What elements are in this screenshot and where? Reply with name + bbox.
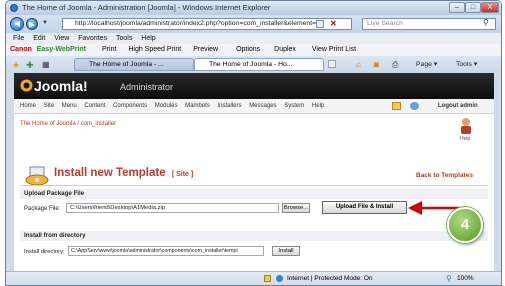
package-file-label: Package File: <box>24 206 61 212</box>
jmenu-content[interactable]: Content <box>84 103 105 109</box>
address-row: ◀ ▶ ▼ http://localhost/joomla/administra… <box>6 15 501 33</box>
zoom-level[interactable]: 100% <box>457 272 474 285</box>
view-print-list-button[interactable]: View Print List <box>312 46 356 53</box>
high-speed-print-button[interactable]: High Speed Print <box>128 46 181 53</box>
browser-window: The Home of Joomla - Administration [Joo… <box>5 0 502 286</box>
home-icon[interactable]: ⌂ <box>356 60 361 69</box>
security-icon <box>264 275 271 282</box>
tools-menu[interactable]: Tools ▾ <box>456 60 477 68</box>
breadcrumb: The Home of Joomla / com_installer <box>20 121 117 127</box>
easy-webprint-label: Easy-WebPrint <box>36 46 87 53</box>
url-text: http://localhost/joomla/administrator/in… <box>75 20 317 27</box>
upload-install-button[interactable]: Upload File & Install <box>322 201 407 214</box>
users-icon[interactable] <box>410 102 419 110</box>
feeds-icon[interactable]: ◙ <box>374 60 379 69</box>
tab-label: The Home of Joomla - ... <box>89 61 164 68</box>
menu-help[interactable]: Help <box>141 35 155 42</box>
joomla-header: Joomla! Administrator <box>14 73 494 99</box>
jmenu-modules[interactable]: Modules <box>155 103 178 109</box>
ie-icon <box>10 4 18 12</box>
jmenu-site[interactable]: Site <box>44 103 54 109</box>
install-directory-value: C:\AppServ\www\joomla\administrator\comp… <box>71 248 238 254</box>
directory-section-title: Install from directory <box>20 231 488 241</box>
install-directory-input[interactable]: C:\AppServ\www\joomla\administrator\comp… <box>68 246 264 256</box>
print-button[interactable]: Print <box>102 46 116 53</box>
forward-arrow-icon[interactable]: ▶ <box>26 18 38 30</box>
page-menu-label: Page <box>416 61 432 68</box>
install-template-icon <box>25 166 49 186</box>
refresh-icon[interactable] <box>316 20 324 28</box>
stop-icon[interactable]: ✕ <box>330 19 337 28</box>
administrator-label: Administrator <box>120 82 174 92</box>
title-bar: The Home of Joomla - Administration [Joo… <box>6 1 501 15</box>
internet-globe-icon <box>276 275 283 282</box>
page-title: Install new Template [ Site ] <box>54 167 193 179</box>
tools-menu-label: Tools <box>456 61 472 68</box>
menu-file[interactable]: File <box>13 35 24 42</box>
jmenu-system[interactable]: System <box>284 103 304 109</box>
preview-button[interactable]: Preview <box>193 46 218 53</box>
tab-label: The Home of Joomla - Ho... <box>209 61 293 68</box>
browse-button[interactable]: Browse... <box>282 203 310 213</box>
print-icon[interactable]: ⎙ <box>392 60 398 70</box>
maximize-button[interactable]: □ <box>465 2 481 13</box>
page-title-text: Install new Template <box>54 167 166 179</box>
jmenu-help[interactable]: Help <box>312 103 324 109</box>
options-button[interactable]: Options <box>236 46 260 53</box>
joomla-logo-icon <box>20 79 33 92</box>
package-file-value: C:\Users\friend\Desktop\A1Media.zip <box>70 205 166 211</box>
step-callout-badge: 4 <box>447 207 483 243</box>
search-input[interactable]: Live Search <box>362 18 496 30</box>
page-title-suffix: [ Site ] <box>171 171 194 178</box>
menu-edit[interactable]: Edit <box>33 35 45 42</box>
jmenu-messages[interactable]: Messages <box>249 103 276 109</box>
canon-brand: Canon <box>10 46 32 53</box>
add-favorites-icon[interactable]: ✚ <box>26 60 34 71</box>
jmenu-home[interactable]: Home <box>20 103 36 109</box>
joomla-logo: Joomla! <box>34 78 88 94</box>
address-bar[interactable]: http://localhost/joomla/administrator/in… <box>62 18 352 30</box>
menu-view[interactable]: View <box>54 35 69 42</box>
close-button[interactable]: X <box>481 2 499 13</box>
zoom-icon[interactable]: ⚲ <box>446 272 452 285</box>
joomla-menu: Home Site Menu Content Components Module… <box>14 99 494 114</box>
status-bar: Internet | Protected Mode: On ⚲ 100% <box>6 271 501 285</box>
logout-link[interactable]: Logout admin <box>438 99 478 113</box>
back-to-templates-link[interactable]: Back to Templates <box>416 172 473 179</box>
messages-icon[interactable] <box>392 102 401 110</box>
package-file-input[interactable]: C:\Users\friend\Desktop\A1Media.zip <box>66 203 279 213</box>
help-label[interactable]: Help <box>460 136 470 142</box>
search-placeholder: Live Search <box>367 20 403 27</box>
recent-pages-dropdown-icon[interactable]: ▼ <box>42 20 48 26</box>
jmenu-mambots[interactable]: Mambots <box>185 103 210 109</box>
help-icon[interactable] <box>458 117 474 135</box>
page-menu[interactable]: Page ▾ <box>416 60 437 68</box>
duplex-button[interactable]: Duplex <box>274 46 296 53</box>
minimize-button[interactable]: – <box>449 2 465 13</box>
install-button[interactable]: Install <box>272 246 300 256</box>
install-directory-label: Install directory: <box>24 249 65 255</box>
new-tab-icon[interactable] <box>328 60 336 68</box>
back-arrow-icon[interactable]: ◀ <box>10 17 24 31</box>
tabs-row: ★ ✚ ▦ The Home of Joomla - ... The Home … <box>6 56 501 73</box>
menu-tools[interactable]: Tools <box>116 35 132 42</box>
quick-tabs-icon[interactable]: ▦ <box>42 60 50 69</box>
zone-status: Internet | Protected Mode: On <box>287 275 373 282</box>
tab-joomla-1[interactable]: The Home of Joomla - ... <box>74 58 194 71</box>
favorites-star-icon[interactable]: ★ <box>12 60 20 71</box>
jmenu-installers[interactable]: Installers <box>218 103 242 109</box>
jmenu-components[interactable]: Components <box>113 103 147 109</box>
search-icon[interactable]: ⚲ <box>483 18 489 27</box>
page-content: Joomla! Administrator Home Site Menu Con… <box>14 73 494 278</box>
upload-section-title: Upload Package File <box>20 189 488 199</box>
tab-joomla-2[interactable]: The Home of Joomla - Ho... <box>194 58 324 71</box>
jmenu-menu[interactable]: Menu <box>62 103 77 109</box>
menu-favorites[interactable]: Favorites <box>78 35 107 42</box>
window-title: The Home of Joomla - Administration [Joo… <box>22 3 271 12</box>
menu-bar: File Edit View Favorites Tools Help <box>6 33 501 44</box>
